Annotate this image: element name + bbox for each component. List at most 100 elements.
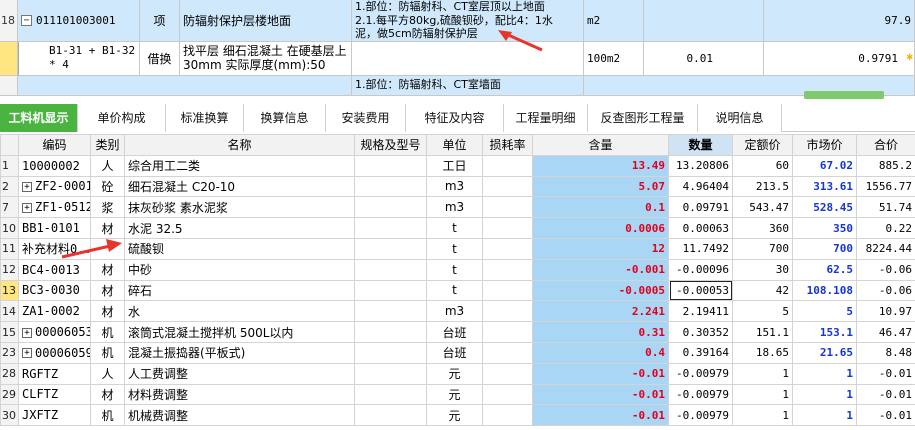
item-row-next[interactable]: 1.部位：防辐射科、CT室墙面 bbox=[0, 76, 915, 96]
category-cell[interactable]: 材 bbox=[90, 279, 125, 302]
tab-install-fee[interactable]: 安装费用 bbox=[326, 104, 406, 132]
code-cell[interactable]: BB1-0101 bbox=[18, 217, 91, 239]
content-cell[interactable]: 13.49 bbox=[532, 154, 669, 177]
content-cell[interactable]: 0.31 bbox=[532, 321, 669, 343]
expand-icon[interactable]: + bbox=[22, 181, 32, 192]
header-base-price[interactable]: 定额价 bbox=[732, 134, 793, 156]
code-cell[interactable]: +00006053 bbox=[18, 321, 91, 343]
total-cell[interactable]: 8224.44 bbox=[856, 237, 915, 260]
name-cell[interactable]: 材料费调整 bbox=[124, 383, 355, 406]
row-number[interactable]: 7 bbox=[0, 196, 19, 219]
name-cell[interactable]: 滚筒式混凝土搅拌机 500L以内 bbox=[124, 321, 355, 343]
total-cell[interactable]: 885.2 bbox=[856, 154, 915, 177]
row-number[interactable]: 14 bbox=[0, 300, 19, 323]
unit-cell[interactable]: m3 bbox=[426, 300, 483, 323]
row-number[interactable]: 11 bbox=[0, 237, 19, 260]
tab-unit-price[interactable]: 单价构成 bbox=[78, 104, 166, 132]
unit-cell[interactable]: t bbox=[426, 279, 483, 302]
tab-labor-material-machine[interactable]: 工料机显示 bbox=[0, 104, 78, 132]
base-price-cell[interactable]: 213.5 bbox=[732, 175, 793, 198]
base-price-cell[interactable]: 543.47 bbox=[732, 196, 793, 219]
market-price-cell[interactable]: 5 bbox=[792, 300, 857, 323]
quantity-cell[interactable]: 0.39164 bbox=[668, 341, 733, 364]
spec-cell[interactable] bbox=[354, 237, 427, 260]
spec-cell[interactable] bbox=[354, 300, 427, 323]
tab-features[interactable]: 特征及内容 bbox=[406, 104, 504, 132]
table-row[interactable]: 2 + ZF2-0001 砼细石混凝土 C20-10 m3 5.07 4.96404 213.… bbox=[0, 175, 915, 198]
category-cell[interactable]: 机 bbox=[90, 341, 125, 364]
name-cell[interactable]: 碎石 bbox=[124, 279, 355, 302]
market-price-cell[interactable]: 153.1 bbox=[792, 321, 857, 343]
table-row[interactable]: 30 JXFTZ 机机械费调整 元 -0.01 -0.00979 1 1 -0.01 bbox=[0, 404, 915, 427]
row-number[interactable]: 15 bbox=[0, 321, 19, 343]
code-cell[interactable]: +00006059 bbox=[18, 341, 91, 364]
category-cell[interactable]: 材 bbox=[90, 383, 125, 406]
spec-cell[interactable] bbox=[354, 154, 427, 177]
name-cell[interactable]: 人工费调整 bbox=[124, 362, 355, 385]
base-price-cell[interactable]: 5 bbox=[732, 300, 793, 323]
header-loss[interactable]: 损耗率 bbox=[482, 134, 533, 156]
market-price-cell[interactable]: 700 bbox=[792, 237, 857, 260]
total-cell[interactable]: -0.01 bbox=[856, 404, 915, 427]
header-unit[interactable]: 单位 bbox=[426, 134, 483, 156]
name-cell[interactable]: 机械费调整 bbox=[124, 404, 355, 427]
loss-cell[interactable] bbox=[482, 196, 533, 219]
code-cell[interactable]: + ZF2-0001 bbox=[18, 175, 91, 198]
code-cell[interactable]: 10000002 bbox=[18, 154, 91, 177]
base-price-cell[interactable]: 42 bbox=[732, 279, 793, 302]
total-cell[interactable]: 1556.77 bbox=[856, 175, 915, 198]
quantity-cell[interactable]: 0.30352 bbox=[668, 321, 733, 343]
tab-reverse-graphic[interactable]: 反查图形工程量 bbox=[588, 104, 698, 132]
spec-cell[interactable] bbox=[354, 341, 427, 364]
loss-cell[interactable] bbox=[482, 154, 533, 177]
category-cell[interactable]: 浆 bbox=[90, 196, 125, 219]
market-price-cell[interactable]: 528.45 bbox=[792, 196, 857, 219]
category-cell[interactable]: 材 bbox=[90, 217, 125, 239]
spec-cell[interactable] bbox=[354, 217, 427, 239]
base-price-cell[interactable]: 60 bbox=[732, 154, 793, 177]
expand-icon[interactable]: + bbox=[22, 348, 32, 359]
unit-cell[interactable]: 元 bbox=[426, 383, 483, 406]
unit-cell[interactable]: m3 bbox=[426, 196, 483, 219]
total-cell[interactable]: 10.97 bbox=[856, 300, 915, 323]
loss-cell[interactable] bbox=[482, 279, 533, 302]
header-code[interactable]: 编码 bbox=[18, 134, 91, 156]
market-price-cell[interactable]: 62.5 bbox=[792, 258, 857, 281]
row-number[interactable]: 29 bbox=[0, 383, 19, 406]
header-name[interactable]: 名称 bbox=[124, 134, 355, 156]
spec-cell[interactable] bbox=[354, 383, 427, 406]
content-cell[interactable]: 2.241 bbox=[532, 300, 669, 323]
row-number[interactable]: 12 bbox=[0, 258, 19, 281]
content-cell[interactable]: -0.01 bbox=[532, 383, 669, 406]
row-number[interactable]: 13 bbox=[0, 279, 19, 302]
splitter-handle[interactable] bbox=[804, 91, 884, 99]
table-row[interactable]: 10 BB1-0101 材水泥 32.5 t 0.0006 0.00063 360 350 0.… bbox=[0, 217, 915, 239]
row-number[interactable]: 1 bbox=[0, 154, 19, 177]
table-row[interactable]: 13 BC3-0030 材碎石 t -0.0005 -0.00053 42 108.108 -0… bbox=[0, 279, 915, 302]
market-price-cell[interactable]: 67.02 bbox=[792, 154, 857, 177]
code-cell[interactable]: ZA1-0002 bbox=[18, 300, 91, 323]
category-cell[interactable]: 人 bbox=[90, 362, 125, 385]
total-cell[interactable]: -0.01 bbox=[856, 362, 915, 385]
category-cell[interactable]: 材 bbox=[90, 300, 125, 323]
expand-icon[interactable]: + bbox=[22, 327, 32, 338]
spec-cell[interactable] bbox=[354, 196, 427, 219]
name-cell[interactable]: 混凝土振捣器(平板式) bbox=[124, 341, 355, 364]
content-cell[interactable]: 5.07 bbox=[532, 175, 669, 198]
header-total[interactable]: 合价 bbox=[856, 134, 915, 156]
loss-cell[interactable] bbox=[482, 237, 533, 260]
spec-cell[interactable] bbox=[354, 258, 427, 281]
unit-cell[interactable]: t bbox=[426, 217, 483, 239]
content-cell[interactable]: 0.4 bbox=[532, 341, 669, 364]
name-cell[interactable]: 抹灰砂浆 素水泥浆 bbox=[124, 196, 355, 219]
unit-cell[interactable]: 元 bbox=[426, 362, 483, 385]
sub-code-cell[interactable]: B1-31 + B1-32 * 4 bbox=[18, 42, 140, 76]
content-cell[interactable]: -0.001 bbox=[532, 258, 669, 281]
spec-cell[interactable] bbox=[354, 321, 427, 343]
market-price-cell[interactable]: 108.108 bbox=[792, 279, 857, 302]
content-cell[interactable]: -0.01 bbox=[532, 362, 669, 385]
name-cell[interactable]: 细石混凝土 C20-10 bbox=[124, 175, 355, 198]
code-cell[interactable]: CLFTZ bbox=[18, 383, 91, 406]
row-number[interactable]: 2 bbox=[0, 175, 19, 198]
name-cell[interactable]: 水 bbox=[124, 300, 355, 323]
